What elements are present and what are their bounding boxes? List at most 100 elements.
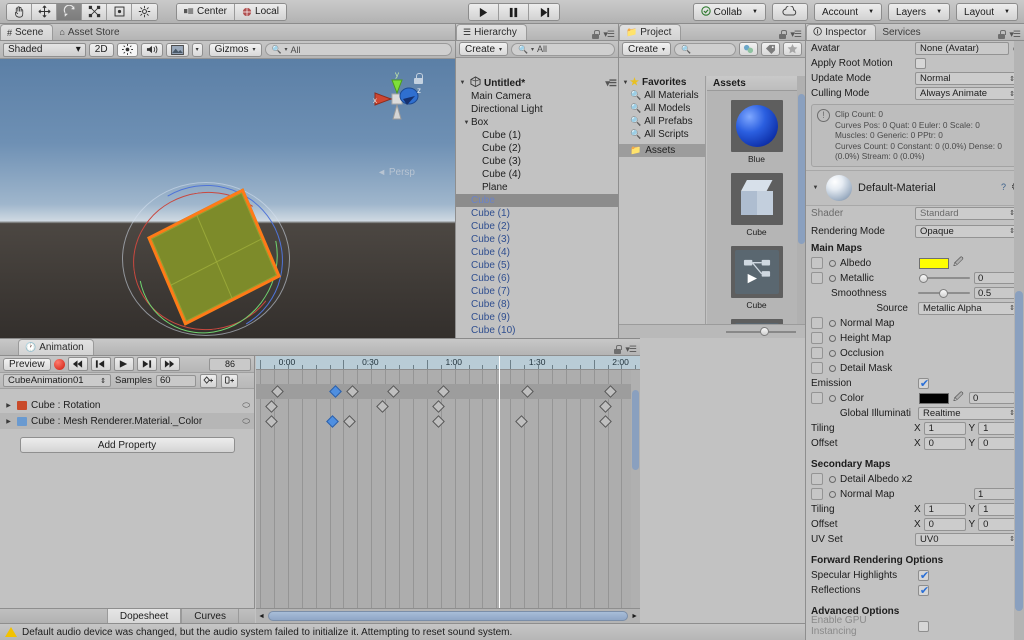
dopesheet-vertical-scrollbar[interactable] [631, 370, 640, 610]
panel-menu-icon[interactable]: ▾☰ [1009, 29, 1021, 40]
zoom-slider-knob[interactable] [760, 327, 769, 336]
inspector-vertical-scrollbar[interactable] [1014, 41, 1024, 640]
metallic-toggle-icon[interactable] [829, 274, 836, 282]
hierarchy-item[interactable]: Cube (3) [456, 155, 619, 168]
help-icon[interactable]: ? [1001, 182, 1006, 193]
asset-item[interactable]: Cube [707, 173, 806, 237]
emission-color-swatch[interactable] [919, 392, 949, 404]
current-frame-field[interactable]: 86 [209, 357, 251, 371]
occlusion-texture-slot[interactable] [811, 347, 823, 359]
tab-scene[interactable]: # Scene [0, 24, 54, 40]
hierarchy-item[interactable]: Cube (1) [456, 129, 619, 142]
detail-mask-texture-slot[interactable] [811, 362, 823, 374]
lock-icon[interactable] [779, 30, 787, 39]
layout-button[interactable]: Layout ▼ [956, 3, 1018, 21]
preview-button[interactable]: Preview [3, 357, 51, 371]
dopesheet-row[interactable] [256, 399, 640, 414]
secondary-normal-texture-slot[interactable] [811, 488, 823, 500]
animation-dopesheet[interactable]: 0:00 0:30 1:00 1:30 2:00 [256, 356, 640, 624]
height-map-toggle-icon[interactable] [829, 334, 836, 342]
filter-by-label-button[interactable] [761, 42, 780, 56]
project-favorite-item[interactable]: 🔍 All Materials [619, 89, 705, 102]
eyedropper-icon[interactable]: 🖉 [953, 390, 965, 407]
lock-icon[interactable] [614, 345, 622, 354]
account-button[interactable]: Account ▼ [813, 3, 883, 21]
add-keyframe-button[interactable] [199, 373, 217, 388]
project-search-input[interactable]: 🔍 [674, 42, 736, 56]
draw-mode-dropdown[interactable]: Shaded ▾ [3, 42, 86, 57]
tab-services[interactable]: Services [876, 24, 929, 40]
playhead-line[interactable] [499, 370, 501, 624]
update-mode-dropdown[interactable]: Normal [915, 72, 1020, 85]
emission-checkbox[interactable] [918, 377, 930, 390]
scrollbar-thumb[interactable] [1015, 291, 1023, 611]
keyframe-diamond[interactable] [265, 415, 278, 428]
disclosure-triangle-icon[interactable]: ▼ [811, 185, 820, 191]
toggle-2d-button[interactable]: 2D [88, 42, 114, 57]
project-favorites-row[interactable]: ▼ ★ Favorites [619, 76, 705, 89]
tab-asset-store[interactable]: ⌂ Asset Store [53, 24, 128, 40]
scene-menu-icon[interactable]: ▾☰ [605, 78, 619, 89]
filter-by-type-button[interactable] [739, 42, 758, 56]
tab-project[interactable]: 📁 Project [619, 24, 682, 40]
detail-mask-toggle-icon[interactable] [829, 364, 836, 372]
reflections-checkbox[interactable] [918, 584, 930, 597]
detail-albedo-toggle-icon[interactable] [829, 475, 836, 483]
keyframe-diamond[interactable] [270, 385, 284, 398]
dopesheet-row[interactable] [256, 384, 640, 399]
hierarchy-item[interactable]: Cube (4) [456, 168, 619, 181]
scroll-left-icon[interactable]: ◄ [258, 613, 265, 620]
rect-tool-icon[interactable] [107, 3, 132, 20]
culling-mode-dropdown[interactable]: Always Animate [915, 87, 1020, 100]
perspective-label[interactable]: ◄ Persp [377, 167, 415, 178]
play-animation-button[interactable] [113, 357, 134, 371]
hierarchy-item[interactable]: Cube (2) [456, 142, 619, 155]
tab-curves[interactable]: Curves [181, 609, 239, 624]
scene-viewport[interactable]: x y z ◄ Persp [0, 59, 455, 338]
dopesheet-horizontal-scrollbar[interactable]: ◄ ► [256, 608, 640, 623]
scroll-right-icon[interactable]: ► [631, 613, 638, 620]
keyframe-diamond[interactable] [604, 385, 618, 398]
height-map-texture-slot[interactable] [811, 332, 823, 344]
step-button[interactable] [529, 4, 559, 20]
disclosure-triangle-icon[interactable]: ▶ [4, 402, 13, 409]
animation-property-row[interactable]: ▶ Cube : Mesh Renderer.Material._Color ⬭ [0, 413, 254, 429]
normal-map-texture-slot[interactable] [811, 317, 823, 329]
albedo-color-swatch[interactable] [919, 257, 949, 269]
hierarchy-item[interactable]: ▼ Box [456, 116, 619, 129]
keyframe-diamond[interactable] [345, 385, 359, 398]
status-bar[interactable]: Default audio device was changed, but th… [0, 623, 805, 640]
clip-selector-dropdown[interactable]: CubeAnimation01 [3, 374, 111, 387]
pause-button[interactable] [499, 4, 529, 20]
last-frame-button[interactable] [159, 357, 180, 371]
lock-icon[interactable] [592, 30, 600, 39]
keyframe-diamond[interactable] [432, 400, 445, 413]
scale-tool-icon[interactable] [82, 3, 107, 20]
keyframe-diamond[interactable] [376, 400, 390, 413]
keyframe-diamond[interactable] [437, 385, 451, 398]
hierarchy-item[interactable]: Directional Light [456, 103, 619, 116]
gizmo-lock-icon[interactable] [414, 73, 423, 84]
metallic-texture-slot[interactable] [811, 272, 823, 284]
move-tool-icon[interactable] [32, 3, 57, 20]
disclosure-triangle-icon[interactable]: ▼ [458, 80, 467, 86]
hierarchy-item[interactable]: Main Camera [456, 90, 619, 103]
space-mode-button[interactable]: Local [235, 3, 286, 20]
cloud-button[interactable] [771, 3, 808, 21]
metallic-slider[interactable] [919, 273, 970, 284]
offset-x-field[interactable]: 0 [923, 436, 966, 450]
sec-tiling-x-field[interactable]: 1 [923, 502, 966, 516]
tab-inspector[interactable]: 🛈 Inspector [806, 24, 877, 40]
disclosure-triangle-icon[interactable]: ▶ [4, 418, 13, 425]
keyframe-diamond[interactable] [432, 415, 445, 428]
keyframe-diamond[interactable] [515, 415, 529, 428]
play-button[interactable] [469, 4, 499, 20]
albedo-toggle-icon[interactable] [829, 259, 836, 267]
hierarchy-item[interactable]: Cube (2) [456, 220, 619, 233]
hierarchy-item[interactable]: Cube [456, 194, 619, 207]
hand-tool-icon[interactable] [7, 3, 32, 20]
tab-hierarchy[interactable]: ☰ Hierarchy [456, 24, 527, 40]
disclosure-triangle-icon[interactable]: ▼ [621, 80, 630, 86]
albedo-texture-slot[interactable] [811, 257, 823, 269]
project-tree[interactable]: ▼ ★ Favorites 🔍 All Materials 🔍 All Models 🔍… [619, 76, 706, 338]
